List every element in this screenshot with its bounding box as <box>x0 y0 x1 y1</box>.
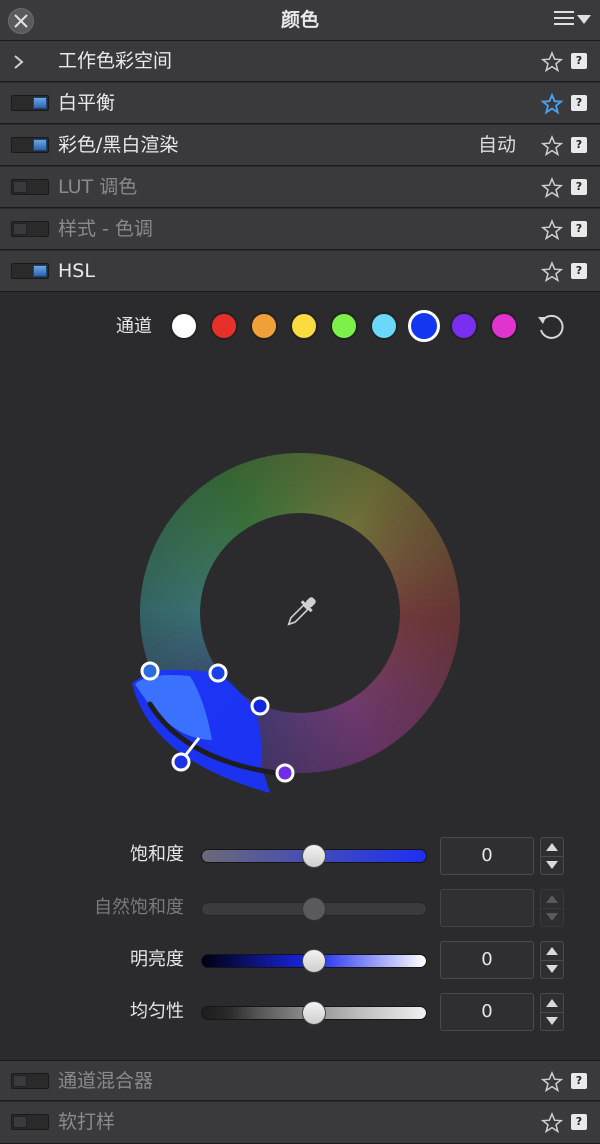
favorite-star-icon[interactable] <box>541 1071 563 1093</box>
vibrance-value-field <box>440 889 534 927</box>
saturation-stepper[interactable] <box>540 837 564 875</box>
saturation-label: 饱和度 <box>130 844 184 865</box>
saturation-value-field[interactable]: 0 <box>440 837 534 875</box>
favorite-star-icon[interactable] <box>541 1112 563 1134</box>
uniformity-value-field[interactable]: 0 <box>440 993 534 1031</box>
lightness-slider-thumb[interactable] <box>302 949 326 973</box>
chevron-down-icon[interactable] <box>541 857 563 875</box>
range-handle-inner-start[interactable] <box>208 663 228 683</box>
lightness-stepper[interactable] <box>540 941 564 979</box>
uniformity-slider-thumb[interactable] <box>302 1001 326 1025</box>
vibrance-slider-thumb <box>302 897 326 921</box>
eyedropper-icon[interactable] <box>284 594 319 629</box>
lightness-label: 明亮度 <box>130 949 184 970</box>
section-label: 通道混合器 <box>58 1070 154 1092</box>
chevron-up-icon[interactable] <box>541 942 563 961</box>
chevron-down-icon[interactable] <box>541 961 563 979</box>
range-handle-center[interactable] <box>171 752 191 772</box>
chevron-up-icon <box>541 895 563 909</box>
range-handle-outer-end[interactable] <box>275 763 295 783</box>
uniformity-label: 均匀性 <box>130 1001 184 1022</box>
section-channel-mixer[interactable]: 通道混合器 ? <box>0 1060 600 1101</box>
chevron-down-icon[interactable] <box>541 1013 563 1031</box>
help-icon[interactable]: ? <box>571 1073 587 1089</box>
chevron-up-icon[interactable] <box>541 838 563 857</box>
section-soft-proof[interactable]: 软打样 ? <box>0 1102 600 1144</box>
help-icon[interactable]: ? <box>571 1114 587 1130</box>
vibrance-stepper <box>540 889 564 927</box>
section-label: 软打样 <box>58 1111 116 1133</box>
section-enable-toggle[interactable] <box>11 1114 49 1130</box>
range-handle-outer-start[interactable] <box>140 661 160 681</box>
vibrance-label: 自然饱和度 <box>94 897 184 918</box>
lightness-value-field[interactable]: 0 <box>440 941 534 979</box>
uniformity-stepper[interactable] <box>540 993 564 1031</box>
section-enable-toggle[interactable] <box>11 1073 49 1089</box>
saturation-slider-thumb[interactable] <box>302 844 326 868</box>
chevron-down-icon <box>546 913 558 921</box>
chevron-up-icon[interactable] <box>541 994 563 1013</box>
range-handle-inner-end[interactable] <box>250 696 270 716</box>
